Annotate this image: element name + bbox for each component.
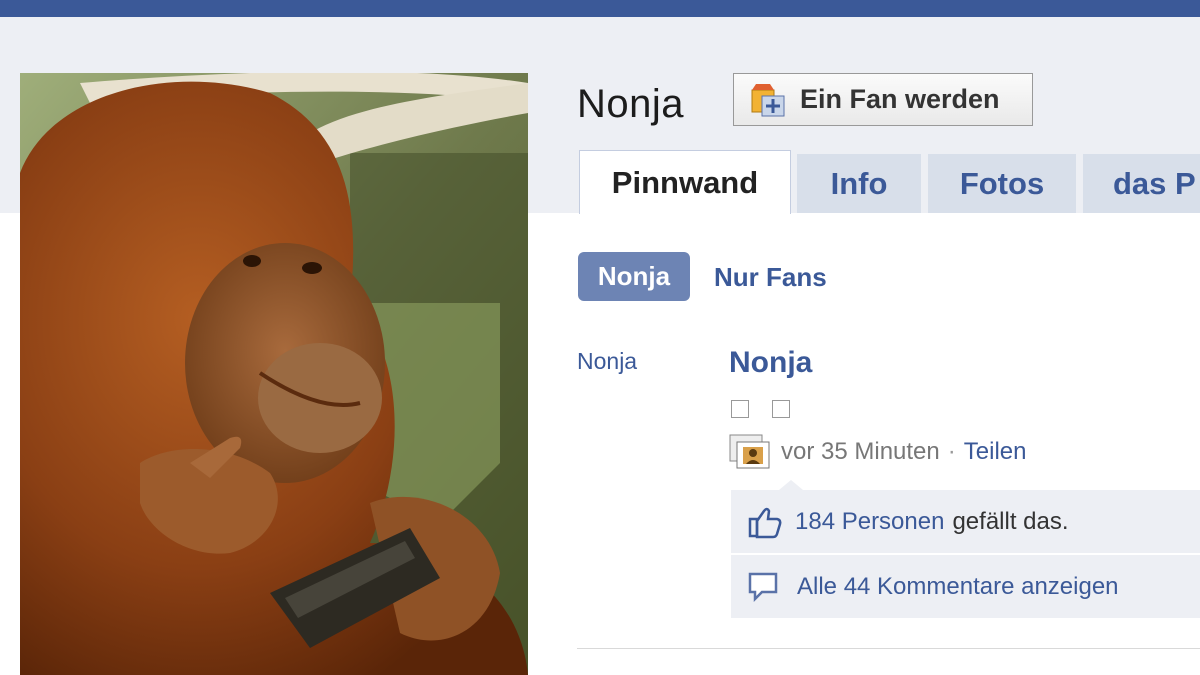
comment-bubble-icon xyxy=(748,572,778,602)
become-fan-label: Ein Fan werden xyxy=(800,84,1000,114)
tab-das-p[interactable]: das P xyxy=(1083,154,1200,213)
thumbs-up-icon xyxy=(748,507,782,538)
story-divider xyxy=(577,648,1200,649)
feedback-box: 184 Personen gefällt das. Alle 44 Kommen… xyxy=(731,480,1200,618)
tab-fotos[interactable]: Fotos xyxy=(928,154,1076,213)
story-title[interactable]: Nonja xyxy=(729,346,812,380)
story-meta: vor 35 Minuten · Teilen xyxy=(729,432,1026,472)
page-title: Nonja xyxy=(577,82,685,126)
placeholder-box xyxy=(772,400,790,418)
comments-row: Alle 44 Kommentare anzeigen xyxy=(731,553,1200,618)
likes-suffix: gefällt das. xyxy=(952,507,1069,535)
profile-photo[interactable] xyxy=(20,73,528,675)
tab-pinnwand[interactable]: Pinnwand xyxy=(579,150,791,214)
profile-tabs: Pinnwand Info Fotos das P xyxy=(577,150,1200,214)
top-navigation-bar xyxy=(0,0,1200,17)
tab-info[interactable]: Info xyxy=(797,154,921,213)
placeholder-box xyxy=(731,400,749,418)
story-actor-name[interactable]: Nonja xyxy=(577,348,637,375)
share-link[interactable]: Teilen xyxy=(964,438,1027,466)
fan-badge-icon xyxy=(751,83,785,116)
likes-count-link[interactable]: 184 Personen xyxy=(795,508,944,536)
become-fan-button[interactable]: Ein Fan werden xyxy=(733,73,1033,126)
likes-row: 184 Personen gefällt das. xyxy=(731,490,1200,553)
feedback-notch xyxy=(779,480,803,490)
filter-page-posts[interactable]: Nonja xyxy=(578,252,690,301)
filter-fans-only[interactable]: Nur Fans xyxy=(714,262,827,293)
view-all-comments-link[interactable]: Alle 44 Kommentare anzeigen xyxy=(797,573,1119,601)
photo-icon xyxy=(729,434,770,469)
meta-separator: · xyxy=(947,438,956,465)
story-timestamp[interactable]: vor 35 Minuten xyxy=(781,438,940,466)
